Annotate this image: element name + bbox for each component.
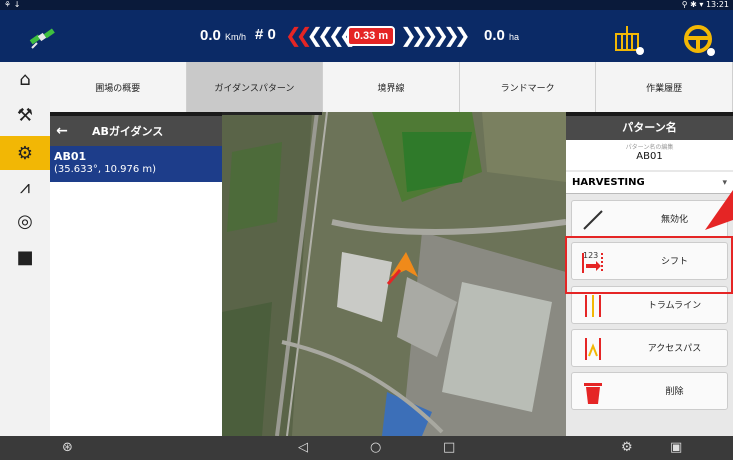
line-number: # 0	[255, 26, 276, 43]
area-unit: ha	[509, 32, 520, 42]
ab-guidance-panel: ← ABガイダンス AB01 (35.633°, 10.976 m)	[50, 116, 222, 436]
field-guidance-icon[interactable]: ⚙	[0, 136, 50, 170]
clock: 13:21	[705, 0, 729, 9]
tab-boundary[interactable]: 境界線	[323, 62, 460, 112]
area-value: 0.0	[484, 27, 505, 44]
panel-title: ABガイダンス	[92, 125, 164, 138]
left-sidebar: ⌂ ⚒ ⚙ ⩘ ◎ ■	[0, 62, 50, 436]
chevron-left-icon: ❮	[328, 23, 345, 47]
chevron-right-icon: ❯	[432, 23, 449, 47]
chevron-right-icon: ❯	[400, 23, 417, 47]
shift-highlight-box	[565, 236, 733, 294]
ab-line-name: AB01	[54, 150, 87, 163]
chevron-left-icon: ❮	[306, 23, 324, 47]
recents-nav-icon[interactable]: □	[443, 440, 455, 455]
back-nav-icon[interactable]: ◁	[298, 440, 308, 455]
tramline-icon	[585, 295, 601, 317]
status-icons: ⚘ ↓	[4, 0, 21, 9]
access-path-button[interactable]: アクセスパス	[571, 329, 728, 367]
chevron-right-icon: ❯	[443, 23, 460, 47]
delete-label: 削除	[665, 387, 684, 397]
chevron-right-icon: ❯	[421, 23, 439, 47]
disable-line-icon	[583, 210, 603, 230]
right-steer-indicator: ❯❯❯❯❯❯	[400, 23, 471, 47]
satellite-map[interactable]	[222, 112, 566, 436]
pointer-arrow-icon	[705, 190, 733, 230]
system-nav-bar: ⊛ ◁ ○ □ ⚙ ▣	[0, 436, 733, 460]
offset-badge: 0.33 m	[347, 26, 395, 46]
pattern-name-field[interactable]: パターン名の編集 AB01	[566, 140, 733, 170]
ut-terminal-icon[interactable]: ◎	[0, 204, 50, 238]
screenshot-icon[interactable]: ▣	[670, 440, 682, 455]
tab-landmarks[interactable]: ランドマーク	[459, 62, 597, 112]
access-path-label: アクセスパス	[647, 344, 702, 354]
chevron-right-icon: ❯	[453, 23, 471, 47]
chevron-left-icon: ❮	[317, 23, 334, 47]
tab-work-history[interactable]: 作業履歴	[596, 62, 733, 112]
signal-icon[interactable]: ⩘	[0, 170, 50, 204]
pattern-panel-title: パターン名	[566, 116, 733, 140]
steering-wheel-icon[interactable]	[683, 24, 717, 58]
area-readout: 0.0 ha	[484, 27, 519, 44]
implement-icon[interactable]	[612, 24, 646, 56]
home-nav-icon[interactable]: ○	[370, 440, 381, 455]
tractor-logo-icon[interactable]: ⊛	[62, 440, 73, 455]
trash-icon	[584, 383, 602, 404]
chevron-left-icon: ❮	[285, 23, 302, 47]
panel-header: ← ABガイダンス	[50, 116, 222, 146]
tab-field-overview[interactable]: 圃場の概要	[50, 62, 187, 112]
satellite-icon[interactable]	[26, 24, 58, 52]
access-path-icon	[585, 338, 601, 360]
chevron-right-icon: ❯	[410, 23, 428, 47]
mode-value: HARVESTING	[572, 177, 645, 188]
tab-guidance-patterns[interactable]: ガイダンスパターン	[186, 62, 324, 112]
tractor-run-icon[interactable]: ⚒	[0, 98, 50, 132]
camera-icon[interactable]: ■	[0, 240, 50, 274]
speed-value: 0.0	[200, 27, 221, 44]
status-bar: ⚘ ↓ ⚲ ✱ ▾ 13:21	[0, 0, 733, 10]
ab-line-coord: (35.633°, 10.976 m)	[54, 164, 157, 175]
delete-button[interactable]: 削除	[571, 372, 728, 410]
list-item[interactable]: AB01 (35.633°, 10.976 m)	[50, 146, 222, 182]
back-arrow-icon[interactable]: ←	[50, 123, 74, 139]
left-steer-indicator: ❮❮❮❮❮❮	[285, 23, 355, 47]
status-time: ⚲ ✱ ▾ 13:21	[681, 0, 729, 9]
settings-icon[interactable]: ⚙	[621, 440, 633, 455]
chevron-left-icon: ❮	[295, 23, 313, 47]
speed-unit: Km/h	[225, 32, 247, 42]
speed-readout: 0.0 Km/h	[200, 27, 246, 44]
top-guidance-bar: 0.0 Km/h # 0 ❮❮❮❮❮❮ 0.33 m ❯❯❯❯❯❯ 0.0 ha	[0, 10, 733, 62]
tab-bar: 圃場の概要 ガイダンスパターン 境界線 ランドマーク 作業履歴	[50, 62, 733, 112]
pattern-name-edit-label: パターン名の編集	[625, 144, 674, 151]
pattern-name-value: AB01	[636, 151, 663, 162]
home-icon[interactable]: ⌂	[0, 62, 50, 96]
